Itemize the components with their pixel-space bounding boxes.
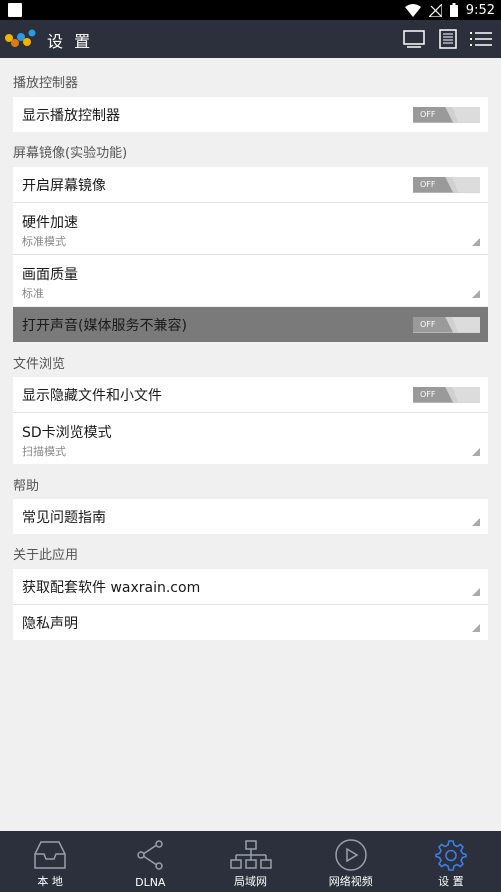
tab-label: 设 置 (438, 875, 464, 888)
setting-enable-sound: 打开声音(媒体服务不兼容) OFF (13, 307, 488, 342)
section-header-help: 帮助 (13, 479, 40, 494)
toggle-switch[interactable]: OFF (413, 386, 480, 403)
setting-sd-card-mode[interactable]: SD卡浏览模式 扫描模式 (13, 413, 488, 464)
section-header-file-browsing: 文件浏览 (13, 357, 66, 372)
inbox-tray-icon (34, 841, 66, 869)
tab-label: DLNA (135, 876, 166, 889)
status-bar: 9:52 (0, 0, 501, 20)
setting-hardware-acceleration[interactable]: 硬件加速 标准模式 (13, 203, 488, 254)
section-header-mirroring: 屏幕镜像(实验功能) (13, 146, 128, 161)
document-list-icon (439, 29, 457, 49)
notification-icon (8, 3, 22, 17)
setting-privacy[interactable]: 隐私声明 (13, 605, 488, 640)
setting-label: 显示隐藏文件和小文件 (22, 387, 162, 404)
setting-picture-quality[interactable]: 画面质量 标准 (13, 255, 488, 306)
tab-dlna[interactable]: DLNA (100, 831, 200, 892)
setting-value: 标准 (22, 287, 44, 300)
app-logo-icon (5, 29, 36, 47)
tab-label: 本 地 (37, 875, 63, 888)
setting-label: SD卡浏览模式 (22, 425, 112, 441)
setting-value: 标准模式 (22, 235, 66, 248)
setting-show-controller[interactable]: 显示播放控制器 OFF (13, 97, 488, 132)
dropdown-corner-icon (472, 290, 480, 298)
setting-label: 获取配套软件 waxrain.com (22, 579, 201, 596)
menu-list-icon (470, 32, 492, 46)
toggle-switch: OFF (413, 316, 480, 333)
tab-lan[interactable]: 局域网 (200, 831, 300, 892)
setting-label: 常见问题指南 (22, 509, 106, 526)
tab-local[interactable]: 本 地 (0, 831, 100, 892)
dropdown-corner-icon (472, 518, 480, 526)
settings-list: 播放控制器 显示播放控制器 OFF 屏幕镜像(实验功能) 开启屏幕镜像 OFF … (0, 58, 501, 831)
setting-value: 扫描模式 (22, 445, 66, 458)
screen-mirror-button[interactable] (401, 27, 427, 51)
wifi-icon (404, 3, 421, 17)
setting-label: 显示播放控制器 (22, 107, 120, 124)
toggle-switch[interactable]: OFF (413, 106, 480, 123)
dropdown-corner-icon (472, 588, 480, 596)
setting-label: 画面质量 (22, 267, 78, 283)
section-header-playback: 播放控制器 (13, 76, 79, 91)
play-circle-icon (334, 839, 367, 871)
app-bar: 设 置 (0, 20, 501, 58)
toggle-switch[interactable]: OFF (413, 176, 480, 193)
dropdown-corner-icon (472, 624, 480, 632)
dropdown-corner-icon (472, 448, 480, 456)
setting-companion-software[interactable]: 获取配套软件 waxrain.com (13, 569, 488, 604)
tab-settings[interactable]: 设 置 (401, 831, 501, 892)
monitor-icon (403, 30, 425, 48)
network-icon (229, 840, 272, 869)
setting-label: 开启屏幕镜像 (22, 177, 106, 194)
setting-label: 硬件加速 (22, 215, 78, 231)
no-signal-icon (428, 3, 442, 17)
section-header-about: 关于此应用 (13, 548, 79, 563)
setting-label: 打开声音(媒体服务不兼容) (22, 317, 187, 334)
dropdown-corner-icon (472, 238, 480, 246)
setting-faq[interactable]: 常见问题指南 (13, 499, 488, 534)
setting-enable-mirroring[interactable]: 开启屏幕镜像 OFF (13, 167, 488, 202)
page-title: 设 置 (47, 32, 94, 51)
tab-online-video[interactable]: 网络视频 (301, 831, 401, 892)
gear-icon (435, 840, 467, 871)
setting-label: 隐私声明 (22, 615, 78, 632)
setting-show-hidden-files[interactable]: 显示隐藏文件和小文件 OFF (13, 377, 488, 412)
tab-label: 网络视频 (328, 875, 373, 888)
clock: 9:52 (465, 2, 495, 18)
bottom-nav: 本 地 DLNA 局域网 网络视频 设 置 (0, 831, 501, 892)
tab-label: 局域网 (234, 875, 267, 888)
battery-icon (449, 3, 458, 17)
document-view-button[interactable] (435, 27, 461, 51)
share-icon (137, 840, 164, 870)
list-view-button[interactable] (468, 27, 494, 51)
